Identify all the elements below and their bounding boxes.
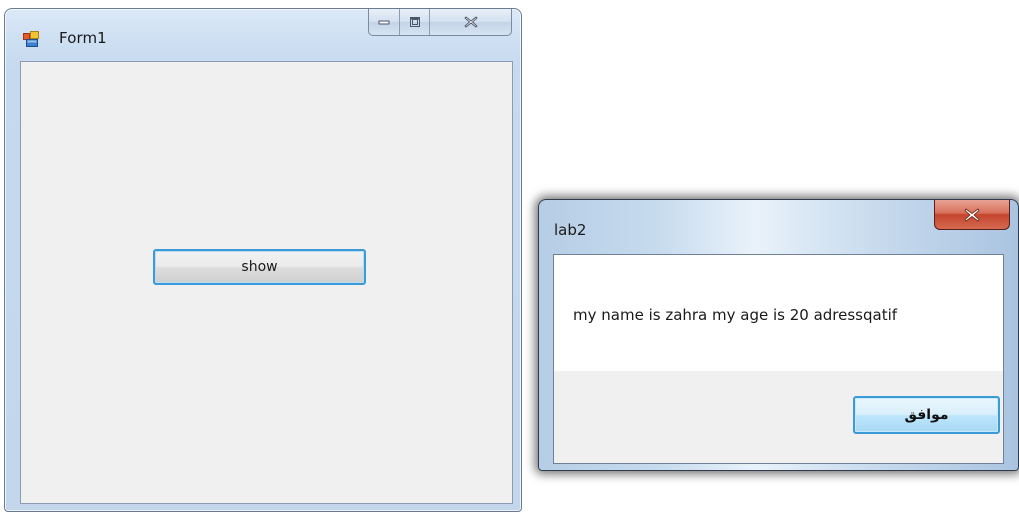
messagebox-title: lab2 <box>554 221 587 239</box>
form1-caption-buttons <box>368 9 512 36</box>
minimize-button[interactable] <box>369 9 400 35</box>
form1-window: Form1 show <box>4 8 522 512</box>
form1-client-area: show <box>20 61 513 504</box>
form1-titlebar[interactable]: Form1 <box>5 9 521 55</box>
desktop: Form1 show lab2 my name is zahra my age … <box>0 0 1019 514</box>
close-icon <box>463 16 478 28</box>
messagebox-close-button[interactable] <box>934 200 1010 230</box>
messagebox-content-area: my name is zahra my age is 20 adressqati… <box>553 254 1004 464</box>
close-icon <box>964 207 980 222</box>
winforms-app-icon <box>23 31 39 47</box>
maximize-button[interactable] <box>400 9 430 35</box>
form1-title: Form1 <box>59 29 107 47</box>
message-text: my name is zahra my age is 20 adressqati… <box>573 306 898 324</box>
lab2-messagebox-window: lab2 my name is zahra my age is 20 adres… <box>538 199 1019 471</box>
maximize-icon <box>409 17 420 27</box>
minimize-icon <box>378 20 390 25</box>
close-button[interactable] <box>430 9 511 35</box>
ok-button[interactable]: موافق <box>853 396 1000 434</box>
show-button[interactable]: show <box>153 249 366 285</box>
message-panel: my name is zahra my age is 20 adressqati… <box>554 255 1003 371</box>
